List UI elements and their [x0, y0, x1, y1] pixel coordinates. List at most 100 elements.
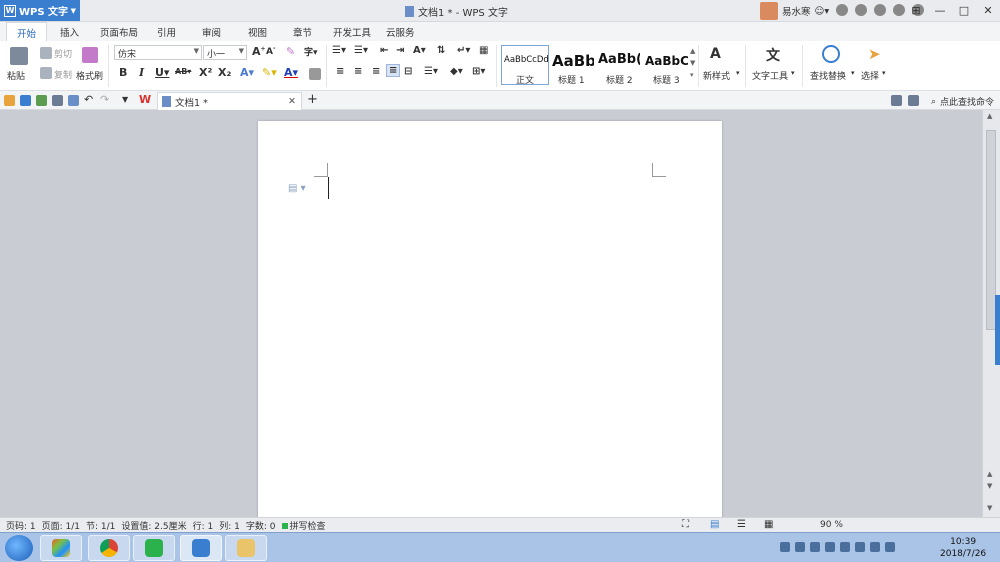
- tab-chapter[interactable]: 章节: [293, 25, 312, 39]
- tray-app-icon[interactable]: [855, 542, 865, 552]
- align-left-icon[interactable]: ≡: [336, 66, 344, 77]
- align-right-icon[interactable]: ≡: [372, 66, 380, 77]
- phonetic-icon[interactable]: 字▾: [304, 45, 318, 58]
- taskbar-wechat[interactable]: [133, 535, 175, 561]
- layout-icon[interactable]: [891, 95, 902, 106]
- start-button[interactable]: [5, 535, 33, 561]
- export-pdf-icon[interactable]: [36, 95, 47, 106]
- scroll-page-up-icon[interactable]: ▲: [987, 470, 992, 478]
- tab-cloud[interactable]: 云服务: [386, 25, 415, 39]
- copy-button[interactable]: 复制: [54, 68, 72, 81]
- skin-icon[interactable]: [836, 4, 848, 16]
- scroll-up-icon[interactable]: ▲: [987, 112, 992, 120]
- tab-review[interactable]: 审阅: [202, 25, 221, 39]
- highlight-icon[interactable]: ✎▾: [262, 66, 277, 79]
- web-view-icon[interactable]: ▦: [764, 519, 773, 530]
- bullets-icon[interactable]: ☰▾: [332, 45, 346, 56]
- help-icon[interactable]: [795, 542, 805, 552]
- tray-app-icon[interactable]: [780, 542, 790, 552]
- find-command[interactable]: ⌕ 点此查找命令: [931, 95, 994, 109]
- style-heading-2[interactable]: AaBb( 标题 2: [595, 45, 641, 85]
- restore-layout-icon[interactable]: ⊞: [904, 0, 928, 21]
- user-menu-icon[interactable]: ☺▾: [815, 6, 830, 17]
- status-pages[interactable]: 页面: 1/1: [42, 519, 80, 532]
- shading-icon[interactable]: ◆▾: [450, 66, 463, 77]
- tray-app-icon[interactable]: [840, 542, 850, 552]
- customize-toolbar-icon[interactable]: ▼: [122, 95, 128, 104]
- decrease-indent-icon[interactable]: ⇤: [380, 45, 388, 56]
- tray-app-icon[interactable]: [825, 542, 835, 552]
- sort-icon[interactable]: ⇅: [437, 45, 445, 56]
- document-tab[interactable]: 文档1 * ✕: [157, 92, 302, 110]
- side-panel-toggle[interactable]: [995, 295, 1000, 365]
- format-painter-button[interactable]: 格式刷: [76, 69, 103, 82]
- shrink-font-icon[interactable]: A-: [266, 45, 275, 57]
- paste-button[interactable]: 粘贴: [7, 69, 25, 82]
- print-preview-icon[interactable]: [68, 95, 79, 106]
- redo-icon[interactable]: ↷: [100, 93, 109, 106]
- fullscreen-icon[interactable]: ⛶: [682, 519, 689, 530]
- user-account[interactable]: 易水寒 ☺▾: [760, 2, 829, 20]
- select-button[interactable]: 选择: [861, 69, 879, 82]
- table-icon[interactable]: ▦: [479, 45, 488, 56]
- network-icon[interactable]: [870, 542, 880, 552]
- justify-icon[interactable]: ≡: [386, 64, 401, 77]
- maximize-button[interactable]: □: [952, 0, 976, 21]
- tab-page-layout[interactable]: 页面布局: [100, 25, 138, 39]
- text-tools-button[interactable]: 文字工具: [752, 69, 788, 82]
- show-hidden-icon[interactable]: [810, 542, 820, 552]
- tab-view[interactable]: 视图: [248, 25, 267, 39]
- save-icon[interactable]: [20, 95, 31, 106]
- superscript-icon[interactable]: X²: [199, 66, 212, 79]
- paste-icon[interactable]: [10, 47, 28, 65]
- text-effect-icon[interactable]: A▾: [240, 66, 254, 79]
- new-tab-icon[interactable]: +: [307, 92, 318, 107]
- spell-check[interactable]: 拼写检查: [281, 519, 326, 532]
- zoom-level[interactable]: 90 %: [820, 520, 843, 530]
- style-gallery-scroll[interactable]: ▲ ▼ ▾: [690, 45, 695, 81]
- style-normal[interactable]: AaBbCcDd 正文: [501, 45, 549, 86]
- status-words[interactable]: 字数: 0: [246, 519, 276, 532]
- strikethrough-icon[interactable]: AB▾: [175, 67, 191, 76]
- vertical-scrollbar[interactable]: ▲ ▲ ▼ ▼: [982, 110, 1000, 517]
- taskbar-app-1[interactable]: [40, 535, 82, 561]
- line-spacing-icon[interactable]: ↵▾: [457, 45, 470, 56]
- font-color-icon[interactable]: A▾: [284, 66, 298, 79]
- font-size-select[interactable]: 小一 ▼: [203, 45, 247, 60]
- distributed-icon[interactable]: ⊟: [404, 66, 412, 77]
- font-name-select[interactable]: 仿宋 ▼: [114, 45, 202, 60]
- find-replace-button[interactable]: 查找替换: [810, 69, 846, 82]
- bold-icon[interactable]: B: [119, 66, 127, 79]
- cut-button[interactable]: 剪切: [54, 47, 72, 60]
- tab-insert[interactable]: 插入: [60, 25, 79, 39]
- sync-icon[interactable]: [855, 4, 867, 16]
- document-page[interactable]: ▤ ▾: [258, 121, 722, 521]
- paragraph-spacing-icon[interactable]: ☰▾: [424, 66, 438, 77]
- case-change-icon[interactable]: A▾: [413, 45, 426, 56]
- char-shading-icon[interactable]: [309, 68, 321, 80]
- taskbar-explorer[interactable]: [225, 535, 267, 561]
- taskbar-wps[interactable]: [180, 535, 222, 561]
- status-section[interactable]: 节: 1/1: [86, 519, 115, 532]
- undo-icon[interactable]: ↶: [84, 93, 93, 106]
- scroll-page-down-icon[interactable]: ▼: [987, 482, 992, 490]
- align-center-icon[interactable]: ≡: [354, 66, 362, 77]
- clear-format-icon[interactable]: ✎: [286, 45, 295, 58]
- italic-icon[interactable]: I: [139, 66, 144, 79]
- volume-icon[interactable]: [885, 542, 895, 552]
- style-heading-3[interactable]: AaBbC 标题 3: [641, 45, 689, 85]
- wps-app-button[interactable]: W WPS 文字 ▼: [0, 0, 80, 21]
- new-style-button[interactable]: 新样式: [703, 69, 730, 82]
- grow-font-icon[interactable]: A+: [252, 45, 266, 58]
- outline-view-icon[interactable]: ☰: [737, 519, 746, 530]
- borders-icon[interactable]: ⊞▾: [472, 66, 485, 77]
- print-icon[interactable]: [52, 95, 63, 106]
- style-heading-1[interactable]: AaBb 标题 1: [549, 45, 595, 85]
- close-tab-icon[interactable]: ✕: [288, 96, 296, 107]
- tab-developer[interactable]: 开发工具: [333, 25, 371, 39]
- open-icon[interactable]: [4, 95, 15, 106]
- subscript-icon[interactable]: X₂: [218, 66, 231, 79]
- close-button[interactable]: ✕: [976, 0, 1000, 21]
- numbering-icon[interactable]: ☰▾: [354, 45, 368, 56]
- page-view-icon[interactable]: ▤: [710, 519, 719, 530]
